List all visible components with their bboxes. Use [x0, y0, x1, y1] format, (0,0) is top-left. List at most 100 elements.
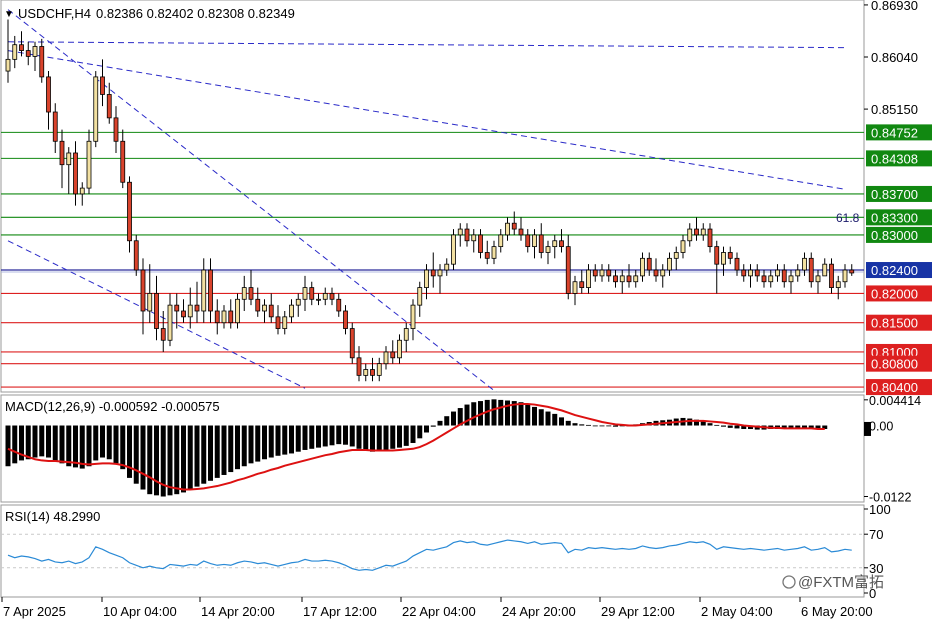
candle-body-up	[545, 246, 551, 253]
macd-bar	[322, 425, 328, 447]
macd-bar	[133, 425, 139, 484]
candle-body-down	[464, 228, 470, 242]
macd-bar	[700, 421, 706, 426]
macd-bar	[491, 399, 497, 426]
candle-body-down	[694, 228, 699, 236]
candle-body-down	[25, 50, 31, 57]
candle-body-up	[282, 316, 288, 329]
candle-body-down	[754, 269, 760, 277]
macd-bar	[525, 404, 531, 426]
level-tag-label: 0.83300	[871, 210, 918, 225]
candle	[133, 234, 139, 276]
candle	[451, 229, 456, 271]
candle-body-up	[788, 275, 794, 283]
candle-body-down	[309, 287, 315, 300]
candle-body-down	[19, 44, 24, 51]
candle-body-up	[599, 269, 605, 277]
rsi-label: RSI(14) 48.2990	[5, 509, 100, 524]
candle-body-up	[295, 298, 301, 306]
macd-bar	[390, 425, 396, 449]
candle-body-up	[12, 44, 18, 60]
candle-body-down	[140, 269, 146, 312]
fxtm-logo: @FXTM富拓	[782, 573, 884, 591]
macd-tick-label: 0.00	[869, 420, 893, 434]
candle-body-down	[255, 298, 261, 312]
candle-body-down	[390, 351, 396, 359]
candle-body-up	[147, 293, 153, 312]
candle-body-down	[626, 275, 632, 283]
candle-body-down	[579, 281, 585, 288]
candle-body-up	[302, 287, 308, 300]
macd-bar	[140, 425, 146, 490]
candle-body-down	[100, 76, 105, 95]
candle-body-down	[174, 304, 180, 312]
macd-bar	[552, 413, 558, 426]
macd-bar	[93, 425, 99, 461]
candle-body-up	[673, 252, 679, 259]
candle-body-up	[316, 298, 321, 301]
time-tick-label: 10 Apr 04:00	[103, 604, 177, 619]
candle-body-up	[640, 257, 645, 277]
candle-body-up	[802, 257, 807, 271]
candle-body-down	[52, 111, 58, 142]
candle-body-down	[727, 252, 733, 259]
level-tag-label: 0.80800	[871, 357, 918, 372]
macd-bar	[714, 424, 720, 426]
macd-bar	[579, 424, 585, 426]
ohlc-values: 0.82386 0.82402 0.82308 0.82349	[96, 6, 295, 21]
macd-bar	[376, 425, 382, 452]
candle-body-down	[329, 293, 335, 300]
macd-bar	[532, 406, 537, 426]
candle-body-up	[235, 298, 240, 324]
price-tick-label: 0.86040	[871, 50, 918, 65]
macd-bar	[113, 425, 119, 464]
macd-bar	[586, 424, 591, 426]
candle-body-down	[208, 269, 213, 312]
macd-bar	[228, 425, 234, 473]
candle-body-down	[478, 234, 483, 253]
candle-body-up	[66, 152, 72, 166]
macd-bar	[437, 420, 443, 426]
macd-bar	[363, 425, 369, 451]
macd-bar	[572, 423, 578, 426]
macd-bar	[127, 425, 132, 478]
candle-body-up	[721, 252, 726, 265]
macd-bar	[424, 425, 429, 433]
candle-body-up	[505, 222, 510, 236]
candle-body-up	[403, 328, 409, 341]
candle-body-up	[532, 234, 537, 248]
macd-bar	[687, 418, 693, 426]
macd-bar	[606, 425, 612, 427]
macd-bar	[46, 425, 51, 458]
macd-bar	[248, 425, 254, 464]
macd-bar	[194, 425, 200, 487]
candle-body-up	[795, 269, 801, 277]
candle-body-up	[410, 304, 416, 329]
macd-bar	[221, 425, 227, 475]
candle-body-up	[79, 187, 85, 195]
candle-body-down	[613, 275, 618, 283]
candle-body-down	[73, 152, 78, 195]
macd-current-marker	[864, 421, 871, 436]
macd-tick-label: 0.004414	[869, 394, 921, 408]
price-tick-label: 0.86930	[871, 0, 918, 13]
macd-bar	[430, 425, 436, 427]
candle-body-down	[781, 269, 787, 283]
candle-body-up	[262, 304, 267, 312]
macd-bar	[12, 425, 18, 464]
candle-body-down	[228, 310, 234, 324]
candle-body-up	[201, 269, 207, 312]
candle	[93, 71, 99, 148]
macd-bar	[505, 400, 510, 426]
time-tick-label: 6 May 20:00	[801, 604, 873, 619]
header-arrow-icon[interactable]: ▼	[4, 9, 14, 20]
macd-bar	[106, 425, 112, 460]
candle-body-up	[93, 76, 99, 142]
candle-body-up	[289, 304, 294, 318]
candle-body-down	[356, 357, 362, 376]
macd-bar	[282, 425, 288, 455]
candle-body-up	[444, 263, 450, 271]
level-tag-label: 0.80400	[871, 380, 918, 395]
rsi-tick-label: 100	[869, 502, 891, 517]
macd-bar	[241, 425, 247, 467]
